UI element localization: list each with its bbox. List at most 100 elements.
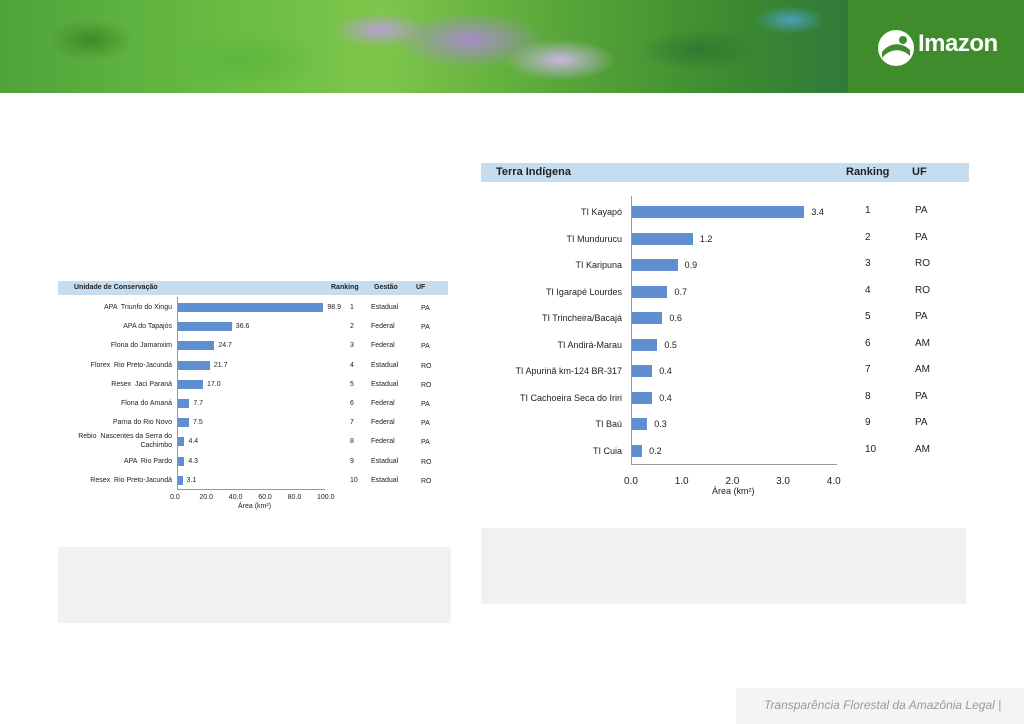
ti-label: TI Apurinã km-124 BR-317	[515, 366, 622, 376]
ti-rank: 5	[865, 311, 871, 322]
ti-bar	[632, 418, 648, 430]
ti-bar	[632, 312, 663, 324]
left-x-tick-label: 0.0	[170, 494, 180, 501]
ti-rank: 9	[865, 417, 871, 428]
uc-bar	[178, 341, 215, 351]
ti-rank: 8	[865, 390, 871, 402]
ti-uf: PA	[915, 390, 928, 402]
uc-bar	[178, 322, 232, 332]
ti-bar	[632, 444, 643, 457]
uc-label: Flona do Amaná	[121, 400, 172, 407]
left-note-box	[58, 547, 451, 623]
ti-bar	[632, 391, 653, 404]
right-x-axis-label: Área (km²)	[712, 486, 755, 496]
ti-bar	[632, 259, 678, 271]
uc-value-label: 4.3	[188, 457, 199, 465]
ti-rank: 7	[865, 364, 871, 375]
ti-label: TI Karipuna	[575, 260, 622, 270]
right-x-axis-line	[631, 464, 837, 465]
uc-label: APA do Tapajós	[123, 323, 172, 331]
left-header-ranking: Ranking	[331, 284, 359, 291]
uc-bar	[178, 379, 203, 389]
uc-gestao: Estadual	[371, 380, 399, 388]
uc-gestao: Estadual	[371, 457, 399, 465]
uc-rank: 3	[350, 342, 354, 350]
ti-bar	[632, 338, 658, 351]
uc-value-label: 3.1	[186, 476, 197, 484]
right-y-axis-line	[631, 196, 632, 465]
ti-bar	[632, 206, 805, 218]
brand-name: Imazon	[918, 30, 998, 57]
ti-bar	[632, 232, 693, 245]
uc-rank: 9	[350, 457, 354, 465]
ti-uf: PA	[915, 231, 928, 243]
uc-value-label: 7.5	[193, 419, 203, 427]
uc-label: Resex Rio Preto-Jacundá	[90, 476, 172, 484]
uc-rank: 1	[350, 304, 354, 311]
left-x-tick-label: 80.0	[287, 494, 302, 501]
right-note-box	[481, 528, 966, 604]
ti-bar	[632, 365, 653, 377]
ti-value-label: 0.4	[659, 392, 672, 403]
left-x-axis-line	[177, 489, 325, 490]
ti-label: TI Igarapé Lourdes	[545, 286, 622, 297]
right-header-uf: UF	[912, 166, 927, 178]
imazon-logo-icon	[878, 30, 914, 66]
ti-label: TI Andirá-Marau	[557, 339, 622, 350]
uc-label: Flona do Jamanxim	[110, 342, 172, 350]
uc-rank: 2	[350, 323, 354, 331]
ti-uf: PA	[915, 311, 928, 322]
uc-label: Resex Jaci Paraná	[111, 380, 172, 388]
uc-bar	[178, 360, 210, 370]
ti-label: TI Trincheira/Bacajá	[541, 313, 622, 323]
uc-rank: 10	[350, 476, 358, 484]
uc-uf: RO	[421, 477, 432, 485]
uc-label: Parna do Rio Novo	[112, 419, 172, 427]
uc-gestao: Federal	[371, 400, 395, 407]
uc-gestao: Estadual	[371, 304, 399, 311]
ti-value-label: 3.4	[811, 207, 824, 217]
uc-gestao: Estadual	[371, 361, 399, 369]
ti-label: TI Cuia	[592, 445, 622, 456]
uc-rank: 7	[350, 419, 354, 427]
uc-uf: PA	[421, 324, 430, 332]
ti-uf: RO	[915, 284, 930, 296]
ti-label: TI Kayapó	[580, 207, 622, 217]
uc-gestao: Federal	[371, 323, 395, 331]
left-x-axis-label: Área (km²)	[238, 503, 272, 510]
ti-uf: PA	[915, 417, 928, 428]
left-x-tick-label: 40.0	[228, 494, 243, 501]
ti-rank: 2	[865, 231, 871, 243]
left-x-tick-label: 100.0	[317, 494, 335, 501]
ti-value-label: 0.5	[664, 339, 677, 350]
ti-label: TI Baú	[595, 419, 622, 429]
uc-uf: PA	[421, 439, 430, 447]
uc-bar	[178, 475, 183, 485]
uc-gestao: Estadual	[371, 476, 399, 484]
uc-value-label: 7.7	[193, 400, 204, 407]
ti-value-label: 1.2	[699, 233, 713, 244]
uc-rank: 5	[350, 380, 354, 388]
ti-value-label: 0.3	[654, 419, 667, 429]
ti-value-label: 0.9	[684, 260, 698, 270]
uc-value-label: 21.7	[213, 361, 228, 369]
uc-label: APA Rio Pardo	[123, 457, 172, 465]
uc-gestao: Federal	[371, 438, 395, 446]
uc-uf: RO	[421, 381, 432, 389]
uc-label: Rebio Nascentes da Serra do Cachimbo	[78, 433, 172, 450]
uc-value-label: 17.0	[206, 380, 221, 388]
left-y-axis-line	[177, 297, 178, 490]
uc-value-label: 4.4	[188, 438, 199, 446]
ti-rank: 4	[865, 284, 871, 296]
uc-label: Florex Rio Preto-Jacundá	[90, 361, 172, 369]
ti-value-label: 0.6	[669, 313, 682, 323]
header-banner: Imazon	[0, 0, 1024, 93]
right-x-tick-label: 0.0	[624, 476, 638, 487]
ti-rank: 1	[865, 205, 871, 216]
ti-uf: RO	[915, 258, 930, 269]
ti-uf: AM	[915, 443, 930, 455]
uc-uf: PA	[421, 420, 430, 428]
ti-rank: 6	[865, 337, 871, 349]
ti-label: TI Cachoeira Seca do Iriri	[519, 392, 622, 403]
footer-text: Transparência Florestal da Amazônia Lega…	[764, 698, 1002, 712]
